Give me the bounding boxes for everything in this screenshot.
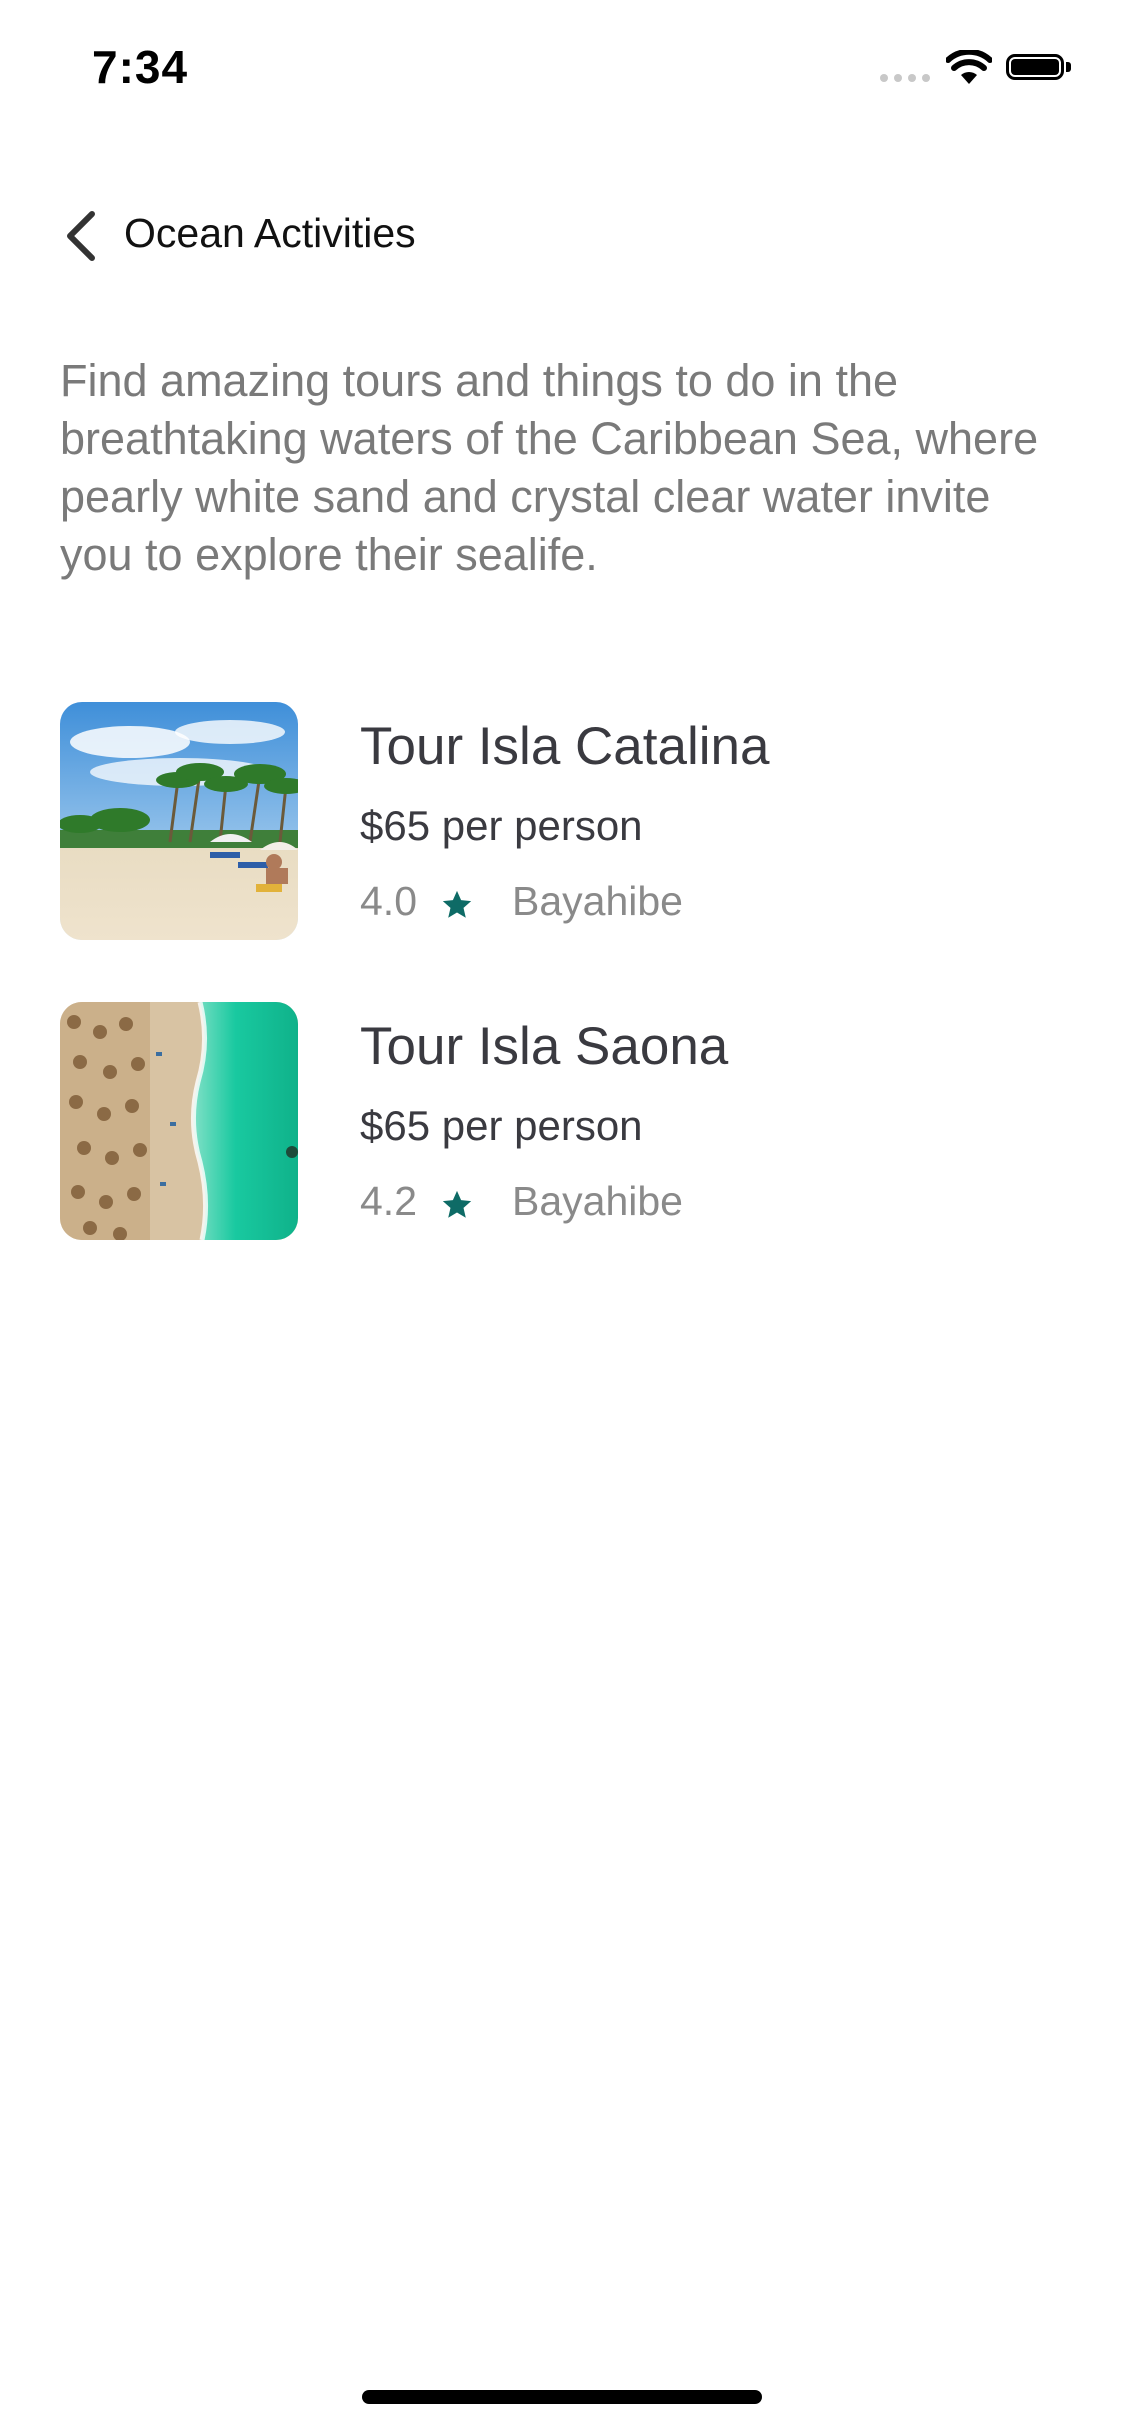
page-title: Ocean Activities <box>124 210 416 256</box>
beach-palms-photo <box>60 702 298 940</box>
chevron-left-icon[interactable] <box>56 206 108 266</box>
status-time: 7:34 <box>92 41 189 93</box>
tour-rating: 4.2 <box>360 1178 417 1224</box>
tour-price: $65 per person <box>360 802 643 849</box>
aerial-beach-photo <box>60 1002 298 1240</box>
status-bar: 7:34 <box>0 0 1125 132</box>
tour-price: $65 per person <box>360 1102 643 1149</box>
battery-icon <box>1006 54 1072 84</box>
star-icon <box>442 1190 472 1218</box>
wifi-icon <box>946 50 992 84</box>
tour-item-saona[interactable]: Tour Isla Saona $65 per person 4.2 Bayah… <box>0 1002 1125 1302</box>
tour-rating: 4.0 <box>360 878 417 924</box>
navigation-bar: Ocean Activities <box>0 196 1125 276</box>
cellular-signal-icon <box>880 74 930 82</box>
tour-list: Tour Isla Catalina $65 per person 4.0 Ba… <box>0 702 1125 1302</box>
star-icon <box>442 890 472 918</box>
tour-name: Tour Isla Saona <box>360 1017 729 1076</box>
intro-description: Find amazing tours and things to do in t… <box>60 355 1039 580</box>
home-indicator[interactable] <box>362 2390 762 2404</box>
tour-item-catalina[interactable]: Tour Isla Catalina $65 per person 4.0 Ba… <box>0 702 1125 1002</box>
tour-name: Tour Isla Catalina <box>360 717 770 776</box>
tour-location: Bayahibe <box>512 878 683 924</box>
tour-location: Bayahibe <box>512 1178 683 1224</box>
